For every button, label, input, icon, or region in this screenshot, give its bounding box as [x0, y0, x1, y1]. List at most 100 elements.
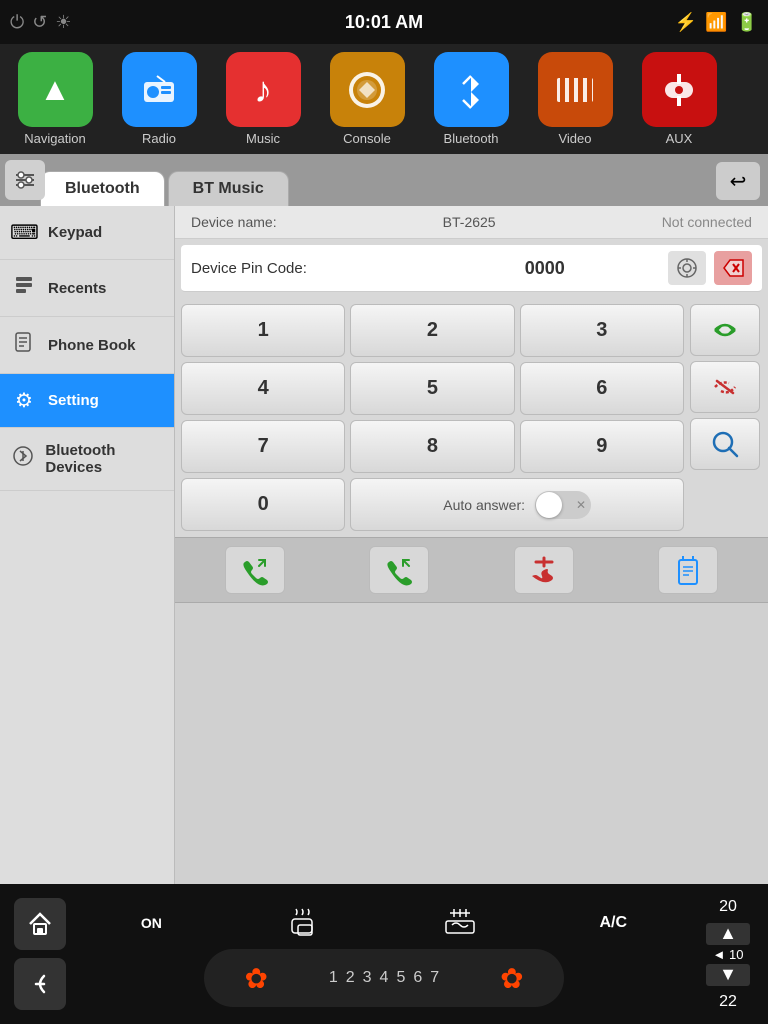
on-button[interactable]: ON — [141, 915, 162, 931]
app-music[interactable]: ♪ Music — [213, 52, 313, 146]
recents-label: Recents — [48, 280, 106, 297]
bluetooth-label: Bluetooth — [444, 131, 499, 146]
music-label: Music — [246, 131, 280, 146]
sidebar-item-phonebook[interactable]: Phone Book — [0, 317, 174, 374]
app-radio[interactable]: Radio — [109, 52, 209, 146]
incoming-call-btn[interactable] — [369, 546, 429, 594]
navigation-label: Navigation — [24, 131, 85, 146]
fan-right-icon: ✿ — [500, 962, 523, 995]
bottom-center-controls: ON — [80, 901, 688, 1007]
status-bar: ⏻ ↺ ☀ 10:01 AM ⚡ 📶 🔋 — [0, 0, 768, 44]
sidebar-item-setting[interactable]: ⚙ Setting — [0, 374, 174, 428]
outgoing-call-btn[interactable] — [225, 546, 285, 594]
fan-left-icon: ✿ — [244, 962, 267, 995]
pin-code-label: Device Pin Code: — [191, 260, 422, 277]
tab-bt-music[interactable]: BT Music — [168, 171, 289, 206]
main-area: Bluetooth BT Music ↩ ⌨ Keypad Recents — [0, 154, 768, 884]
keypad-icon: ⌨ — [10, 220, 38, 245]
keypad-label: Keypad — [48, 224, 102, 241]
on-icon: ON — [141, 915, 162, 931]
pin-settings-btn[interactable] — [668, 251, 706, 285]
status-icons-right: ⚡ 📶 🔋 — [675, 12, 758, 33]
refresh-icon: ↺ — [32, 12, 47, 33]
home-button[interactable] — [14, 898, 66, 950]
device-panel: Device name: BT-2625 Not connected Devic… — [175, 206, 768, 884]
power-icon: ⏻ — [10, 12, 24, 33]
device-name-label: Device name: — [191, 214, 277, 230]
app-aux[interactable]: AUX — [629, 52, 729, 146]
key-8[interactable]: 8 — [350, 420, 514, 473]
unlink-btn[interactable] — [690, 361, 760, 413]
key-4[interactable]: 4 — [181, 362, 345, 415]
volume-up-btn[interactable]: ▲ — [706, 923, 750, 945]
pin-backspace-btn[interactable] — [714, 251, 752, 285]
link-btn[interactable] — [690, 304, 760, 356]
brightness-icon: ☀ — [55, 12, 71, 33]
key-0[interactable]: 0 — [181, 478, 345, 531]
app-console[interactable]: Console — [317, 52, 417, 146]
left-temp-display: 20 — [719, 898, 737, 916]
ac-button[interactable]: A/C — [600, 914, 628, 932]
fan-speed-numbers: 1 2 3 4 5 6 7 — [329, 969, 439, 987]
toggle-off-icon: ✕ — [576, 498, 586, 512]
status-time: 10:01 AM — [345, 12, 423, 33]
app-navigation[interactable]: ▲ Navigation — [5, 52, 105, 146]
pin-code-value: 0000 — [430, 258, 661, 279]
defrost-btn[interactable] — [442, 905, 478, 941]
hangup-btn[interactable] — [514, 546, 574, 594]
key-3[interactable]: 3 — [520, 304, 684, 357]
video-icon — [538, 52, 613, 127]
tab-bar: Bluetooth BT Music ↩ — [0, 154, 768, 206]
recents-icon — [10, 274, 38, 302]
tab-bluetooth[interactable]: Bluetooth — [40, 171, 165, 206]
key-6[interactable]: 6 — [520, 362, 684, 415]
seat-heat-btn[interactable] — [284, 905, 320, 941]
key-2[interactable]: 2 — [350, 304, 514, 357]
key-7[interactable]: 7 — [181, 420, 345, 473]
settings-toggle-btn[interactable] — [5, 160, 45, 200]
setting-icon: ⚙ — [10, 388, 38, 413]
auto-answer-toggle[interactable]: ✕ — [535, 491, 591, 519]
music-icon: ♪ — [226, 52, 301, 127]
app-bar: ▲ Navigation Radio ♪ Music Consol — [0, 44, 768, 154]
key-9[interactable]: 9 — [520, 420, 684, 473]
wifi-icon: 📶 — [705, 12, 727, 33]
bottom-nav-buttons — [0, 884, 80, 1024]
key-5[interactable]: 5 — [350, 362, 514, 415]
search-btn[interactable] — [690, 418, 760, 470]
delete-btn[interactable] — [658, 546, 718, 594]
pin-code-row: Device Pin Code: 0000 — [181, 245, 762, 292]
volume-down-btn[interactable]: ▼ — [706, 964, 750, 986]
back-nav-button[interactable] — [14, 958, 66, 1010]
device-info-bar: Device name: BT-2625 Not connected — [175, 206, 768, 239]
sidebar-item-keypad[interactable]: ⌨ Keypad — [0, 206, 174, 260]
volume-control: ▲ ◄ 10 ▼ — [706, 923, 750, 986]
fan-speed-display: ✿ 1 2 3 4 5 6 7 ✿ — [204, 949, 564, 1007]
console-icon — [330, 52, 405, 127]
aux-label: AUX — [666, 131, 693, 146]
keypad-grid: 1 2 3 4 5 6 7 8 9 0 Auto answer: ✕ — [181, 304, 684, 531]
app-bluetooth[interactable]: Bluetooth — [421, 52, 521, 146]
navigation-icon: ▲ — [18, 52, 93, 127]
sidebar-item-recents[interactable]: Recents — [0, 260, 174, 317]
bt-devices-icon — [10, 445, 35, 473]
phonebook-icon — [10, 331, 38, 359]
back-button[interactable]: ↩ — [716, 162, 760, 200]
video-label: Video — [558, 131, 591, 146]
battery-icon: 🔋 — [736, 12, 758, 33]
setting-label: Setting — [48, 392, 99, 409]
usb-icon: ⚡ — [675, 12, 697, 33]
toggle-thumb — [536, 492, 562, 518]
ac-label: A/C — [600, 914, 628, 932]
auto-answer-row: Auto answer: ✕ — [350, 478, 684, 531]
radio-label: Radio — [142, 131, 176, 146]
bottom-right-controls: 20 ▲ ◄ 10 ▼ 22 — [688, 884, 768, 1024]
bottom-bar: ON — [0, 884, 768, 1024]
status-icons-left: ⏻ ↺ ☀ — [10, 12, 71, 33]
app-video[interactable]: Video — [525, 52, 625, 146]
keypad-area: 1 2 3 4 5 6 7 8 9 0 Auto answer: ✕ — [175, 298, 768, 537]
auto-answer-label: Auto answer: — [443, 497, 525, 513]
bt-devices-label: Bluetooth Devices — [45, 442, 164, 476]
key-1[interactable]: 1 — [181, 304, 345, 357]
sidebar-item-bluetooth-devices[interactable]: Bluetooth Devices — [0, 428, 174, 491]
